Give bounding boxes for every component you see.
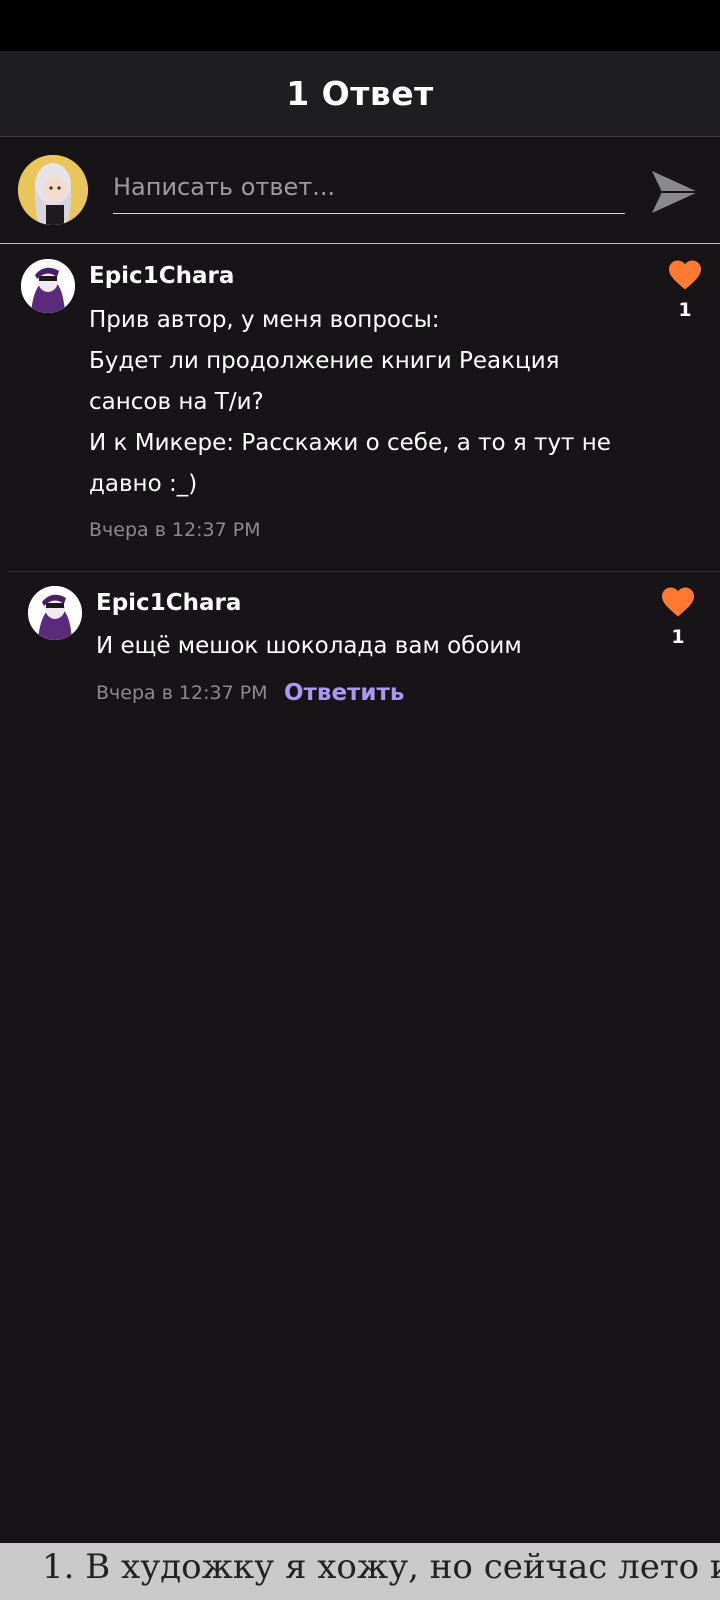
comment-text: Прив автор, у меня вопросы: Будет ли про…	[89, 307, 611, 497]
like-button[interactable]: 1	[658, 586, 698, 656]
background-page-text: 1. В художку я хожу, но сейчас лето и	[42, 1547, 720, 1587]
compose-area	[0, 137, 720, 244]
reply-input[interactable]	[113, 161, 625, 214]
comment-text: И ещё мешок шоколада вам обоим	[96, 633, 522, 659]
comment-item: Epic1Chara Прив автор, у меня вопросы: Б…	[0, 244, 720, 571]
comment-timestamp: Вчера в 12:37 PM	[89, 519, 261, 541]
like-button[interactable]: 1	[665, 259, 705, 329]
comment-author[interactable]: Epic1Chara	[96, 590, 241, 616]
like-count: 1	[678, 299, 692, 321]
background-page-peek: 1. В художку я хожу, но сейчас лето и	[0, 1543, 720, 1600]
current-user-avatar	[18, 155, 88, 225]
comment-timestamp: Вчера в 12:37 PM	[96, 682, 268, 704]
status-bar	[0, 0, 720, 51]
heart-icon	[662, 587, 694, 617]
heart-icon	[669, 260, 701, 290]
like-count: 1	[671, 626, 685, 648]
page-title: 1 Ответ	[286, 74, 434, 113]
comment-item: Epic1Chara И ещё мешок шоколада вам обои…	[0, 572, 720, 712]
reply-link[interactable]: Ответить	[284, 680, 404, 706]
comment-author[interactable]: Epic1Chara	[89, 263, 234, 289]
avatar[interactable]	[21, 259, 75, 313]
avatar[interactable]	[28, 586, 82, 640]
reply-header: 1 Ответ	[0, 51, 720, 137]
send-icon[interactable]	[648, 165, 702, 219]
